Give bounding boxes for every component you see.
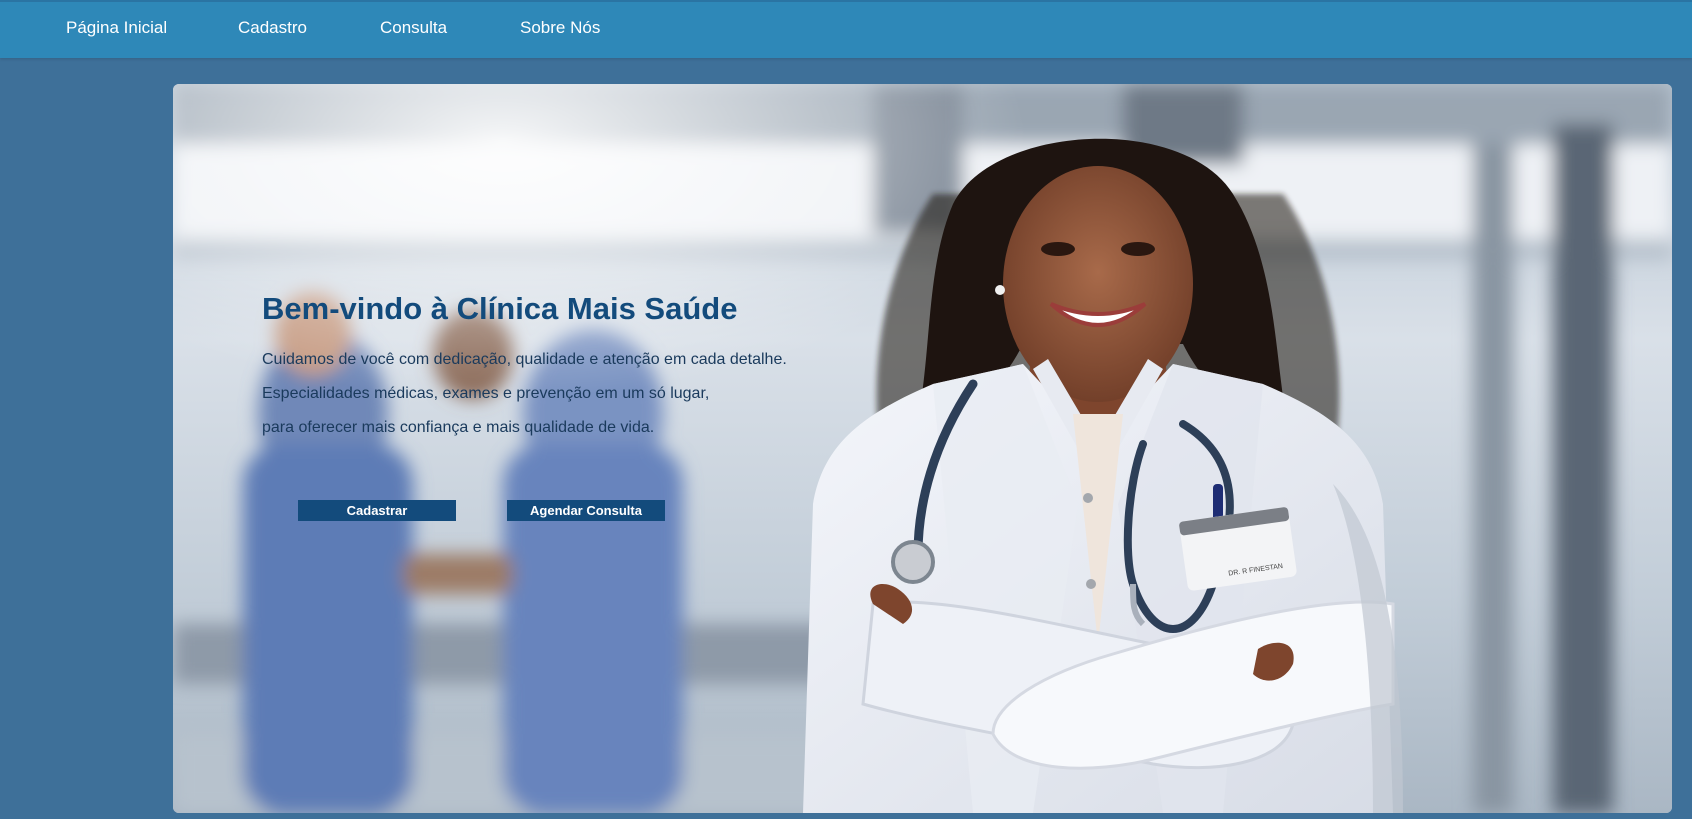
schedule-consultation-button[interactable]: Agendar Consulta xyxy=(507,500,665,521)
nav-link-about[interactable]: Sobre Nós xyxy=(520,18,600,38)
nav-link-register[interactable]: Cadastro xyxy=(238,18,307,38)
hero-description-line: Especialidades médicas, exames e prevenç… xyxy=(262,385,710,402)
hero-title: Bem-vindo à Clínica Mais Saúde xyxy=(262,291,738,326)
hero-background-photo: DR. R FINESTAN xyxy=(173,84,1672,813)
register-button[interactable]: Cadastrar xyxy=(298,500,456,521)
hero-description-line: para oferecer mais confiança e mais qual… xyxy=(262,419,655,436)
top-navbar: Página Inicial Cadastro Consulta Sobre N… xyxy=(0,0,1692,58)
nav-link-home[interactable]: Página Inicial xyxy=(66,18,167,38)
nav-link-consultation[interactable]: Consulta xyxy=(380,18,447,38)
hero-text-block: Bem-vindo à Clínica Mais Saúde Cuidamos … xyxy=(262,289,902,445)
hero-banner: DR. R FINESTAN Bem-vindo à Clínica Mais … xyxy=(173,84,1672,813)
hero-description-line: Cuidamos de você com dedicação, qualidad… xyxy=(262,351,787,368)
